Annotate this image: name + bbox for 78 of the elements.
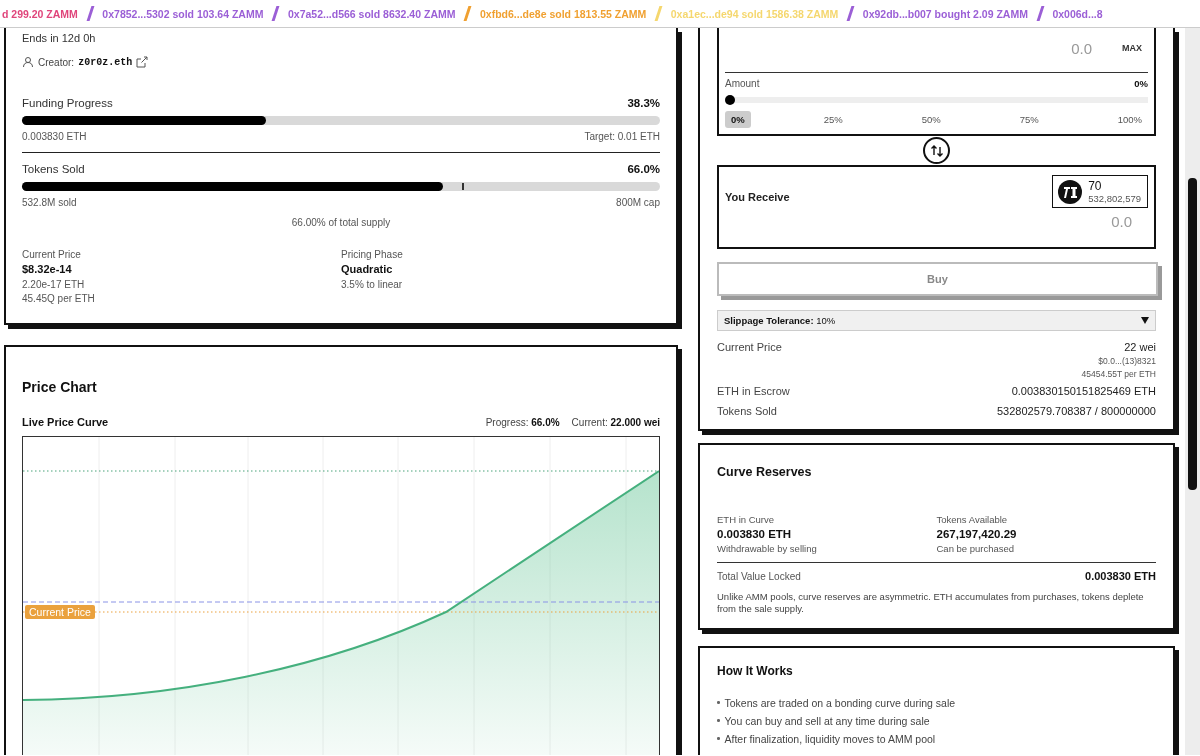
stat-value: Quadratic [341,263,394,275]
scrollbar[interactable] [1185,28,1200,755]
token-logo-icon [1058,179,1083,204]
token-chip[interactable]: 70 532,802,579 [1052,175,1148,208]
progress-label: Funding Progress [22,97,113,109]
ticker-item[interactable]: 0x92db...b007 bought 2.09 ZAMM [862,7,1028,20]
token-symbol: 70 [1088,179,1103,193]
tvl-label: Total Value Locked [717,570,801,582]
slider-thumb[interactable] [725,95,735,105]
reserve-note: Withdrawable by selling [717,543,818,554]
preset-button[interactable]: 100% [1111,111,1148,128]
swap-arrows-icon [929,143,944,158]
creator-label: Creator: [38,56,75,68]
stat-label: ETH in Escrow [717,385,790,397]
ticker-item[interactable]: 0x006d...8 [1052,7,1103,20]
current-price-tag: Current Price [25,605,95,619]
slippage-dropdown[interactable]: Slippage Tolerance: 10% [717,310,1156,331]
amount-label: Amount [725,78,760,89]
reserve-label: ETH in Curve [717,514,775,525]
tvl-value: 0.003830 ETH [1085,570,1156,582]
current-reading: Current: 22.000 wei [571,416,660,428]
progress-note: 0.003830 ETH [22,131,87,142]
card-title: Curve Reserves [717,465,813,479]
bullet-text: Tokens are traded on a bonding curve during sale [724,696,956,709]
progress-note: Target: 0.01 ETH [584,131,660,142]
token-balance: 532,802,579 [1088,193,1141,204]
progress-label: Tokens Sold [22,163,85,175]
reserve-value: 267,197,420.29 [936,528,1018,540]
bullet-text: After finalization, liquidity moves to AMM pool [724,732,936,745]
amount-percent: 0% [1134,78,1148,89]
stat-label: Tokens Sold [717,405,777,417]
max-button[interactable]: MAX [1122,43,1142,53]
preset-button[interactable]: 75% [1013,111,1045,128]
scrollbar-thumb[interactable] [1188,178,1197,490]
reserve-label: Tokens Available [936,514,1009,525]
bullet-icon [717,719,720,722]
supply-note: 66.00% of total supply [290,217,392,228]
receive-label: You Receive [725,191,790,203]
stat-detail: 45454.55T per ETH [1081,369,1156,379]
stat-value: $8.32e-14 [22,263,73,275]
progress-percent: 38.3% [627,97,660,109]
reserves-note: Unlike AMM pools, curve reserves are asymmetric. ETH accumulates from purchases, tokens deplete from the sale supply. [717,591,1145,616]
ticker-item[interactable]: d 299.20 ZAMM [2,7,78,20]
creator-link[interactable]: z0r0z.eth [78,56,133,68]
stat-detail: 45.45Q per ETH [22,293,96,304]
stat-value: 0.003830150151825469 ETH [1011,385,1156,397]
progress-reading: Progress: 66.0% [485,416,560,428]
bullet-icon [717,737,720,740]
ticker-item[interactable]: 0x7852...5302 sold 103.64 ZAMM [102,7,264,20]
stat-detail: $0.0...(13)8321 [1097,356,1156,366]
stat-detail: 2.20e-17 ETH [22,279,86,290]
preset-button[interactable]: 25% [817,111,849,128]
bullet-icon [717,701,720,704]
preset-button[interactable]: 50% [915,111,947,128]
swap-button[interactable] [923,137,950,164]
reserve-note: Can be purchased [936,543,1016,554]
stat-label: Current Price [717,341,782,353]
chart-subtitle: Live Price Curve [22,416,109,428]
card-title: Price Chart [22,379,98,395]
progress-note: 532.8M sold [22,197,77,208]
bullet-text: You can buy and sell at any time during sale [724,714,930,727]
stat-value: 532802579.708387 / 800000000 [996,405,1156,417]
caret-icon [1141,317,1149,324]
card-title: How It Works [717,663,794,678]
stat-detail: 3.5% to linear [341,279,404,290]
preset-button[interactable]: 0% [725,111,751,128]
amount-slider[interactable] [725,95,1148,105]
end-time: Ends in 12d 0h [22,32,97,44]
person-icon [22,56,34,68]
reserve-value: 0.003830 ETH [717,528,793,540]
stat-label: Current Price [22,249,82,260]
stat-value: 22 wei [1123,341,1156,353]
external-link-icon [136,56,149,68]
stat-label: Pricing Phase [341,249,404,260]
receive-amount: 0.0 [1110,213,1133,230]
progress-percent: 66.0% [627,163,660,175]
progress-note: 800M cap [616,197,660,208]
ticker-item[interactable]: 0x7a52...d566 sold 8632.40 ZAMM [287,7,456,20]
